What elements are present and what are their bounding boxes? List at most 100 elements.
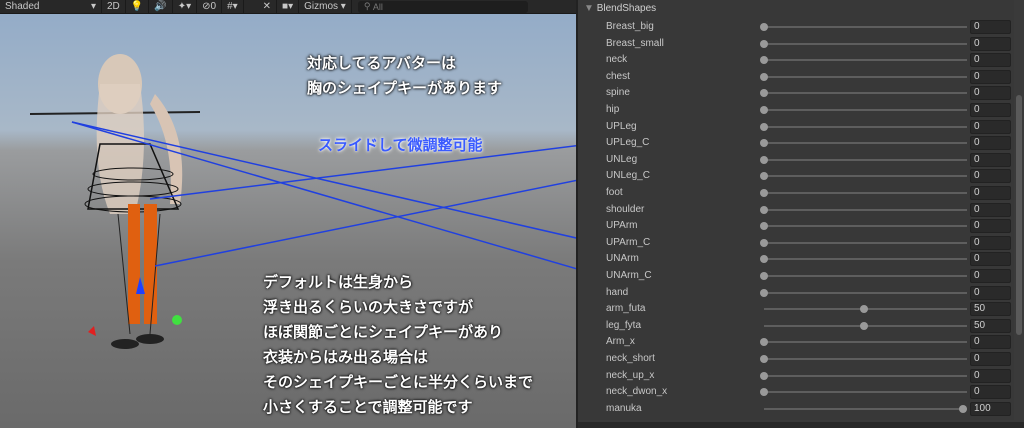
blendshape-slider[interactable]	[764, 75, 967, 78]
blendshape-slider[interactable]	[764, 175, 967, 178]
blendshape-label: foot	[606, 187, 623, 198]
slider-handle[interactable]	[760, 255, 768, 264]
blendshape-value-field[interactable]: 0	[970, 53, 1011, 68]
blendshape-slider[interactable]	[764, 208, 967, 211]
blendshape-slider[interactable]	[764, 241, 967, 244]
scene-view[interactable]: Shaded ▾ 2D 💡 🔊 ✦▾ ⊘ 0 #▾ ✕ ■▾ Gizmos ▾ ⚲ …	[0, 0, 576, 428]
slider-handle[interactable]	[760, 56, 768, 65]
slider-handle[interactable]	[760, 72, 768, 81]
slider-handle[interactable]	[760, 122, 768, 131]
camera-icon[interactable]: ■▾	[277, 0, 300, 14]
blendshape-value-field[interactable]: 0	[970, 368, 1011, 383]
effects-icon[interactable]: ✦▾	[173, 0, 198, 14]
blendshape-row: neck_dwon_x 0	[578, 384, 1014, 400]
blendshape-row: neck 0	[578, 52, 1014, 68]
slider-handle[interactable]	[760, 288, 768, 297]
blendshape-value-field[interactable]: 0	[970, 69, 1011, 84]
blendshape-value-field[interactable]: 100	[970, 401, 1011, 416]
blendshape-slider[interactable]	[764, 341, 967, 344]
slider-handle[interactable]	[760, 222, 768, 231]
blendshape-slider[interactable]	[764, 59, 967, 62]
blendshape-value-field[interactable]: 0	[970, 219, 1011, 234]
blendshape-slider[interactable]	[764, 158, 967, 161]
blendshape-value-field[interactable]: 0	[970, 269, 1011, 283]
slider-handle[interactable]	[760, 172, 768, 181]
2d-toggle[interactable]: 2D	[102, 0, 126, 14]
blendshape-value-field[interactable]: 0	[970, 335, 1011, 350]
blendshape-slider[interactable]	[764, 225, 967, 228]
hidden-objects-toggle[interactable]: ⊘ 0	[197, 0, 223, 14]
blendshape-value-field[interactable]: 0	[970, 103, 1011, 117]
slider-handle[interactable]	[859, 321, 868, 330]
overlay-text: そのシェイプキーごとに半分くらいまで	[263, 374, 534, 391]
blendshape-slider[interactable]	[764, 26, 967, 28]
blendshape-row: UPLeg 0	[578, 119, 1014, 135]
blendshape-value-field[interactable]: 0	[970, 86, 1011, 101]
grid-icon[interactable]: #▾	[222, 0, 244, 14]
blendshape-slider[interactable]	[764, 407, 967, 410]
blendshape-slider[interactable]	[764, 258, 967, 261]
overlay-slide-text: スライドして微調整可能	[318, 137, 483, 154]
blendshape-slider[interactable]	[764, 358, 967, 360]
blendshape-slider[interactable]	[764, 109, 967, 111]
blendshape-slider[interactable]	[764, 374, 967, 377]
blendshape-value-field[interactable]: 0	[970, 169, 1011, 184]
slider-handle[interactable]	[760, 272, 768, 280]
blendshape-value-field[interactable]: 0	[970, 235, 1011, 250]
blendshape-value-field[interactable]: 0	[970, 352, 1011, 366]
scrollbar[interactable]	[1014, 0, 1024, 420]
slider-handle[interactable]	[760, 238, 768, 247]
blendshape-value-field[interactable]: 50	[970, 318, 1011, 333]
slider-handle[interactable]	[760, 39, 768, 48]
inspector-panel: ▼ BlendShapes Breast_big 0 Breast_small 0…	[576, 0, 1024, 428]
blendshape-value-field[interactable]: 0	[970, 186, 1011, 200]
tools-icon[interactable]: ✕	[258, 0, 278, 14]
slider-handle[interactable]	[760, 205, 768, 214]
blendshape-value-field[interactable]: 0	[970, 20, 1011, 34]
slider-handle[interactable]	[760, 388, 768, 397]
2d-label: 2D	[107, 1, 120, 12]
blendshape-value-field[interactable]: 0	[970, 385, 1011, 400]
blendshape-value-field[interactable]: 0	[970, 36, 1011, 51]
slider-handle[interactable]	[959, 404, 967, 413]
blendshape-slider[interactable]	[764, 42, 967, 45]
blendshape-value-field[interactable]: 0	[970, 119, 1011, 134]
blendshapes-foldout[interactable]: ▼ BlendShapes	[584, 3, 656, 14]
slider-handle[interactable]	[760, 155, 768, 164]
blendshape-slider[interactable]	[764, 125, 967, 128]
blendshape-slider[interactable]	[764, 192, 967, 194]
blendshape-value-field[interactable]: 0	[970, 152, 1011, 167]
slider-handle[interactable]	[760, 23, 768, 31]
slider-handle[interactable]	[859, 305, 868, 314]
slider-handle[interactable]	[760, 371, 768, 380]
blendshape-value-field[interactable]: 0	[970, 252, 1011, 267]
blendshape-slider[interactable]	[764, 275, 967, 277]
gizmos-dropdown[interactable]: Gizmos ▾	[299, 0, 352, 14]
search-input[interactable]: ⚲ All	[357, 0, 528, 13]
audio-icon[interactable]: 🔊	[149, 0, 173, 14]
blendshape-value-field[interactable]: 0	[970, 285, 1011, 300]
shading-dropdown[interactable]: Shaded ▾	[0, 0, 102, 14]
slider-handle[interactable]	[760, 106, 768, 114]
gizmos-label: Gizmos	[304, 1, 339, 12]
overlay-text: デフォルトは生身から	[263, 274, 414, 291]
blendshape-label: arm_futa	[606, 303, 646, 315]
overlay-text: 衣装からはみ出る場合は	[263, 349, 429, 366]
scrollbar-thumb[interactable]	[1016, 95, 1022, 335]
blendshape-slider[interactable]	[764, 291, 967, 294]
blendshape-slider[interactable]	[764, 391, 967, 394]
blendshape-row: UPArm_C 0	[578, 235, 1014, 251]
slider-handle[interactable]	[760, 338, 768, 347]
blendshape-label: leg_fyta	[606, 319, 642, 331]
overlay-text: 対応してるアバターは	[307, 55, 456, 72]
lighting-icon[interactable]: 💡	[126, 0, 150, 14]
slider-handle[interactable]	[760, 89, 768, 98]
blendshape-value-field[interactable]: 50	[970, 302, 1011, 317]
blendshape-slider[interactable]	[764, 92, 967, 95]
blendshape-slider[interactable]	[764, 142, 967, 145]
blendshape-value-field[interactable]: 0	[970, 202, 1011, 217]
slider-handle[interactable]	[760, 139, 768, 148]
blendshape-value-field[interactable]: 0	[970, 136, 1011, 151]
slider-handle[interactable]	[760, 189, 768, 197]
slider-handle[interactable]	[760, 355, 768, 363]
